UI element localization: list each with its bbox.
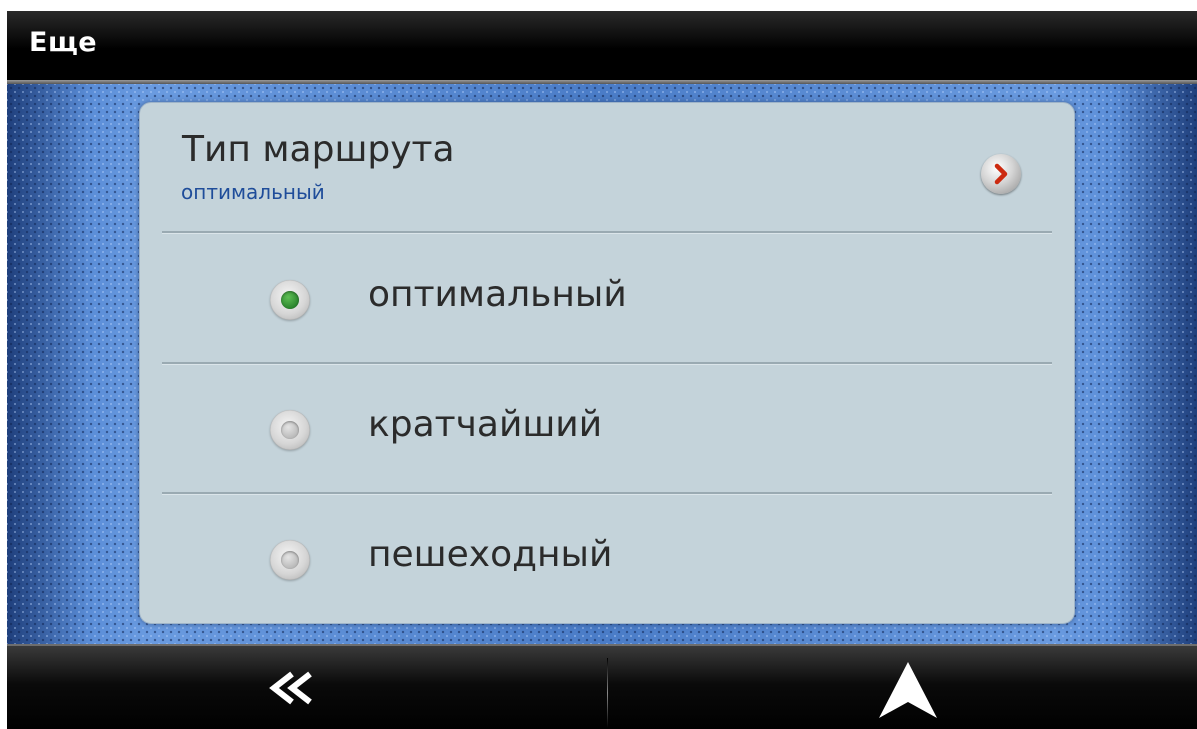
route-option-shortest[interactable]: кратчайший: [140, 365, 1074, 491]
route-type-title: Тип маршрута: [182, 129, 455, 170]
route-option-label: пешеходный: [368, 534, 613, 575]
navigate-button[interactable]: [608, 646, 1197, 729]
bottom-toolbar: [7, 644, 1197, 729]
route-option-optimal[interactable]: оптимальный: [140, 235, 1074, 361]
route-type-panel: Тип маршрута оптимальный оптимальный кра…: [139, 102, 1075, 624]
route-type-current-value: оптимальный: [181, 180, 325, 204]
radio-dot: [281, 421, 299, 439]
header-bar: Еще: [7, 11, 1197, 80]
back-button[interactable]: [7, 646, 607, 729]
radio-button-selected[interactable]: [270, 280, 310, 320]
radio-button[interactable]: [270, 540, 310, 580]
radio-button[interactable]: [270, 410, 310, 450]
double-chevron-left-icon: [269, 671, 312, 705]
route-type-setting[interactable]: Тип маршрута оптимальный: [140, 103, 1074, 231]
divider: [162, 231, 1052, 234]
route-option-label: оптимальный: [368, 274, 627, 315]
radio-dot: [281, 551, 299, 569]
route-option-pedestrian[interactable]: пешеходный: [140, 495, 1074, 621]
route-option-label: кратчайший: [368, 404, 603, 445]
page-title: Еще: [29, 27, 98, 58]
chevron-right-icon[interactable]: [981, 154, 1021, 194]
app-screen: Еще Тип маршрута оптимальный оптимальный: [7, 11, 1197, 729]
radio-dot: [281, 291, 299, 309]
navigation-arrow-icon: [879, 662, 937, 718]
